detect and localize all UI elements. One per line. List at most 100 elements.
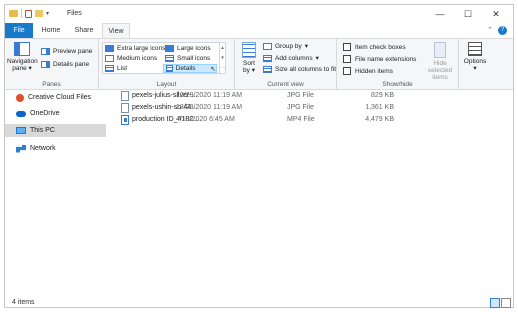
layout-option-label: Details (175, 65, 196, 72)
layout-gallery-scroller[interactable]: ▴ ▾ ⋯ (219, 43, 225, 73)
ribbon: Navigation pane ▾ Preview pane Details p… (5, 38, 513, 90)
file-explorer-window: ▾ Files — ☐ ✕ File Home Share View ⌃ ? N… (4, 4, 514, 308)
close-button[interactable]: ✕ (483, 5, 509, 23)
show-hide-group: Item check boxes File name extensions Hi… (337, 39, 459, 89)
item-check-boxes-toggle[interactable]: Item check boxes (343, 43, 406, 51)
size-columns-icon (263, 66, 272, 73)
nav-item-label: OneDrive (30, 110, 60, 117)
file-row[interactable]: pexels-ushin-so-44... 12/29/2020 11:19 A… (117, 103, 417, 114)
nav-item-label: Network (30, 145, 56, 152)
details-view-icon[interactable] (490, 298, 500, 308)
add-columns-icon (263, 54, 272, 62)
hidden-items-label: Hidden items (355, 67, 393, 75)
options-group: Options ▾ (459, 39, 491, 89)
chevron-down-icon[interactable]: ▾ (46, 10, 49, 17)
add-columns-button[interactable]: Add columns ▾ (263, 54, 319, 62)
title-bar: ▾ Files — ☐ ✕ (5, 5, 513, 23)
divider (21, 9, 22, 18)
status-bar: 4 items (5, 297, 513, 309)
panes-group-label: Panes (42, 81, 61, 88)
file-name-extensions-toggle[interactable]: File name extensions (343, 55, 416, 63)
options-button[interactable]: Options ▾ (461, 42, 489, 72)
jpg-file-icon (121, 103, 129, 113)
minimize-button[interactable]: — (427, 5, 453, 23)
ribbon-right-controls: ⌃ ? (487, 26, 507, 35)
folder-icon (9, 10, 18, 17)
help-icon[interactable]: ? (498, 26, 507, 35)
file-name-extensions-label: File name extensions (355, 55, 417, 63)
layout-large-icons[interactable]: Large icons (165, 45, 211, 52)
file-type: MP4 File (287, 116, 315, 123)
file-size: 829 KB (371, 92, 394, 99)
layout-group: Extra large icons Large icons Medium ico… (99, 39, 235, 89)
hide-selected-items-label: Hide selected items (427, 60, 453, 81)
hide-selected-items-button[interactable]: Hide selected items (423, 42, 457, 81)
layout-option-label: List (117, 65, 128, 72)
layout-option-label: Small icons (177, 55, 211, 62)
window-title: Files (67, 10, 82, 17)
hidden-items-checkbox[interactable] (343, 67, 351, 75)
layout-medium-icons[interactable]: Medium icons (105, 55, 157, 62)
quick-access-toolbar: ▾ (9, 9, 49, 18)
add-columns-label: Add columns (275, 54, 313, 62)
nav-item-creative-cloud-files[interactable]: Creative Cloud Files (5, 91, 106, 104)
nav-item-this-pc[interactable]: This PC (5, 124, 106, 137)
file-row[interactable]: pexels-julius-silver-... 12/29/2020 11:1… (117, 91, 417, 102)
preview-pane-icon (41, 48, 50, 55)
navigation-pane-button[interactable]: Navigation pane ▾ (7, 42, 38, 72)
tab-share[interactable]: Share (69, 23, 99, 38)
details-pane-button[interactable]: Details pane (41, 61, 89, 68)
properties-icon[interactable] (25, 9, 32, 18)
size-all-columns-button[interactable]: Size all columns to fit (263, 66, 336, 73)
size-all-columns-label: Size all columns to fit (275, 66, 337, 73)
file-type: JPG File (287, 104, 314, 111)
sort-by-button[interactable]: Sort by ▾ (239, 42, 259, 74)
expand-gallery-icon[interactable]: ⋯ (220, 63, 225, 73)
file-size: 4,479 KB (365, 116, 394, 123)
mouse-cursor-icon: ↖ (210, 65, 216, 73)
item-check-boxes-checkbox[interactable] (343, 43, 351, 51)
file-size: 1,361 KB (365, 104, 394, 111)
large-icons-view-icon[interactable] (501, 298, 511, 308)
file-date: 12/29/2020 11:19 AM (176, 104, 243, 111)
tab-home[interactable]: Home (37, 23, 65, 38)
file-row[interactable]: production ID_4182... 4/18/2020 6:45 AM … (117, 115, 417, 126)
jpg-file-icon (121, 91, 129, 101)
small-icons-icon (165, 55, 174, 62)
file-date: 12/29/2020 11:19 AM (176, 92, 243, 99)
file-name-extensions-checkbox[interactable] (343, 55, 351, 63)
list-icon (105, 65, 114, 72)
hidden-items-toggle[interactable]: Hidden items (343, 67, 393, 75)
new-folder-icon[interactable] (35, 10, 43, 17)
current-view-group: Sort by ▾ Group by ▾ Add columns ▾ Size … (235, 39, 337, 89)
this-pc-icon (16, 127, 26, 134)
preview-pane-button[interactable]: Preview pane (41, 48, 92, 55)
layout-group-label: Layout (156, 81, 177, 88)
show-hide-group-label: Show/hide (382, 81, 413, 88)
layout-small-icons[interactable]: Small icons (165, 55, 210, 62)
scroll-up-icon[interactable]: ▴ (220, 43, 225, 53)
sort-by-label: Sort by (243, 60, 255, 74)
details-icon (166, 65, 173, 72)
tab-view[interactable]: View (102, 23, 130, 38)
layout-gallery: Extra large icons Large icons Medium ico… (102, 42, 226, 74)
layout-option-label: Large icons (177, 45, 211, 52)
mp4-file-icon (121, 115, 129, 125)
nav-item-label: Creative Cloud Files (28, 94, 92, 101)
item-count: 4 items (12, 299, 35, 306)
maximize-button[interactable]: ☐ (455, 5, 481, 23)
network-icon (16, 144, 26, 153)
options-icon (468, 42, 482, 56)
nav-item-onedrive[interactable]: OneDrive (5, 107, 106, 120)
scroll-down-icon[interactable]: ▾ (220, 53, 225, 63)
minimize-ribbon-icon[interactable]: ⌃ (487, 26, 493, 35)
layout-details[interactable]: Details ↖ (163, 64, 217, 73)
layout-list[interactable]: List (105, 65, 127, 72)
file-type: JPG File (287, 92, 314, 99)
tab-file[interactable]: File (5, 23, 33, 38)
group-by-button[interactable]: Group by ▾ (263, 42, 308, 50)
nav-item-network[interactable]: Network (5, 142, 106, 155)
options-label: Options (463, 58, 487, 65)
layout-extra-large-icons[interactable]: Extra large icons (105, 45, 165, 52)
extra-large-icons-icon (105, 45, 114, 52)
